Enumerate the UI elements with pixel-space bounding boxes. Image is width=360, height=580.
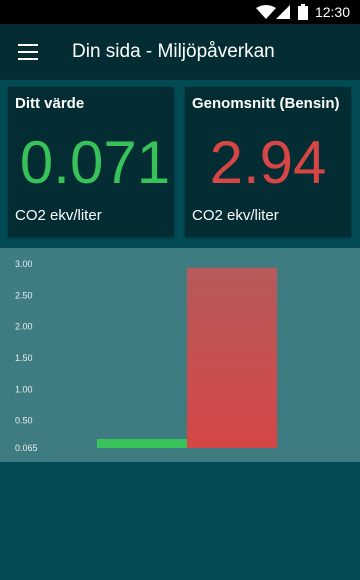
app-bar: Din sida - Miljöpåverkan (0, 24, 360, 80)
card-title: Ditt värde (15, 95, 85, 112)
card-title: Genomsnitt (Bensin) (192, 95, 340, 112)
your-value: 0.071 (19, 129, 171, 196)
signal-icon (276, 5, 290, 19)
y-tick-label: 1.50 (15, 353, 33, 363)
y-tick-label: 2.50 (15, 290, 33, 300)
average-value: 2.94 (209, 129, 327, 196)
card-unit: CO2 ekv/liter (192, 207, 279, 224)
card-unit: CO2 ekv/liter (15, 207, 102, 224)
bar-average-value (187, 267, 277, 448)
y-tick-label: 0.065 (15, 443, 38, 453)
your-value-card: Ditt värde 0.071 CO2 ekv/liter (8, 87, 174, 237)
status-time: 12:30 (314, 4, 350, 20)
wifi-icon (256, 5, 276, 19)
battery-icon (298, 4, 308, 20)
comparison-chart: 3.00 2.50 2.00 1.50 1.00 0.50 0.065 (0, 248, 360, 462)
average-value-card: Genomsnitt (Bensin) 2.94 CO2 ekv/liter (185, 87, 351, 237)
y-tick-label: 0.50 (15, 416, 33, 426)
y-tick-label: 3.00 (15, 259, 33, 269)
status-bar: 12:30 (0, 0, 360, 24)
chart-canvas: 3.00 2.50 2.00 1.50 1.00 0.50 0.065 (15, 259, 277, 453)
y-tick-label: 1.00 (15, 384, 33, 394)
bar-your-value (97, 439, 187, 448)
y-tick-label: 2.00 (15, 322, 33, 332)
menu-icon[interactable] (18, 44, 38, 60)
page-title: Din sida - Miljöpåverkan (72, 41, 275, 62)
